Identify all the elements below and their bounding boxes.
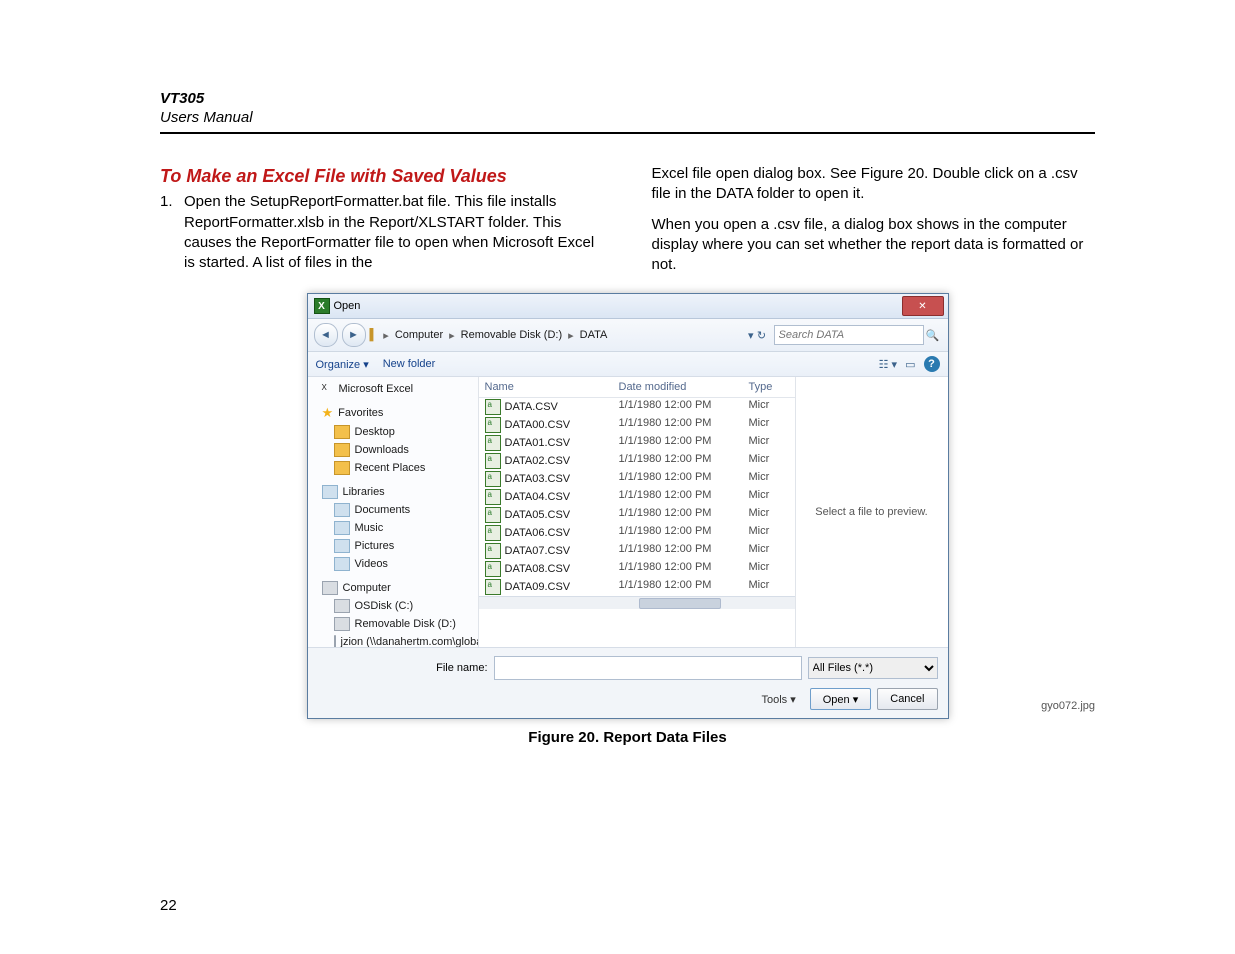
filename-label: File name: bbox=[318, 662, 488, 674]
image-code: gyo072.jpg bbox=[1041, 700, 1095, 712]
nav-documents[interactable]: Documents bbox=[355, 504, 411, 516]
horizontal-scrollbar[interactable] bbox=[479, 596, 795, 609]
csv-icon bbox=[485, 507, 501, 523]
file-row[interactable]: DATA03.CSV1/1/1980 12:00 PMMicr bbox=[479, 470, 795, 488]
nav-music[interactable]: Music bbox=[355, 522, 384, 534]
col-date[interactable]: Date modified bbox=[619, 381, 749, 393]
doc-manual: Users Manual bbox=[160, 109, 1095, 126]
organize-button[interactable]: Organize ▾ bbox=[316, 358, 369, 371]
help-icon[interactable]: ? bbox=[924, 356, 940, 372]
computer-icon bbox=[322, 581, 338, 595]
drive-icon bbox=[334, 617, 350, 631]
header-rule bbox=[160, 132, 1095, 134]
right-p2: When you open a .csv file, a dialog box … bbox=[652, 215, 1096, 276]
nav-desktop[interactable]: Desktop bbox=[355, 426, 395, 438]
crumb-1[interactable]: Removable Disk (D:) bbox=[461, 329, 562, 341]
folder-icon bbox=[334, 461, 350, 475]
crumb-0[interactable]: Computer bbox=[395, 329, 443, 341]
file-row[interactable]: DATA06.CSV1/1/1980 12:00 PMMicr bbox=[479, 524, 795, 542]
nav-jzion[interactable]: jzion (\\danahertm.com\global\names bbox=[341, 636, 479, 647]
folder-icon bbox=[334, 539, 350, 553]
forward-button[interactable]: ► bbox=[342, 323, 366, 347]
filename-input[interactable] bbox=[494, 656, 802, 680]
close-icon[interactable]: ✕ bbox=[902, 296, 944, 316]
nav-removable[interactable]: Removable Disk (D:) bbox=[355, 618, 456, 630]
refresh-icon[interactable]: ↻ bbox=[754, 329, 770, 342]
folder-icon bbox=[334, 425, 350, 439]
excel-icon: X bbox=[322, 383, 334, 395]
preview-pane: Select a file to preview. bbox=[795, 377, 948, 647]
file-row[interactable]: DATA04.CSV1/1/1980 12:00 PMMicr bbox=[479, 488, 795, 506]
nav-libraries[interactable]: Libraries bbox=[343, 486, 385, 498]
new-folder-button[interactable]: New folder bbox=[383, 358, 436, 370]
file-row[interactable]: DATA05.CSV1/1/1980 12:00 PMMicr bbox=[479, 506, 795, 524]
open-button[interactable]: Open ▾ bbox=[810, 688, 872, 710]
csv-icon bbox=[485, 525, 501, 541]
crumb-2[interactable]: DATA bbox=[580, 329, 608, 341]
tools-button[interactable]: Tools ▾ bbox=[761, 693, 795, 706]
csv-icon bbox=[485, 435, 501, 451]
network-drive-icon bbox=[334, 635, 336, 647]
dialog-titlebar[interactable]: X Open ✕ bbox=[308, 294, 948, 319]
folder-icon bbox=[334, 557, 350, 571]
nav-pane[interactable]: X Microsoft Excel ★ Favorites Desktop Down… bbox=[308, 377, 479, 647]
libraries-icon bbox=[322, 485, 338, 499]
nav-osdisk[interactable]: OSDisk (C:) bbox=[355, 600, 414, 612]
csv-icon bbox=[485, 453, 501, 469]
folder-icon bbox=[334, 443, 350, 457]
folder-icon bbox=[334, 503, 350, 517]
star-icon: ★ bbox=[322, 405, 334, 421]
file-row[interactable]: DATA08.CSV1/1/1980 12:00 PMMicr bbox=[479, 560, 795, 578]
csv-icon bbox=[485, 471, 501, 487]
folder-icon bbox=[334, 521, 350, 535]
csv-icon bbox=[485, 543, 501, 559]
open-dialog: X Open ✕ ◄ ► ▌ ▸ Computer ▸ Removable Di… bbox=[307, 293, 949, 719]
nav-favorites[interactable]: Favorites bbox=[338, 407, 383, 419]
drive-icon bbox=[334, 599, 350, 613]
filetype-select[interactable]: All Files (*.*) bbox=[808, 657, 938, 679]
file-row[interactable]: DATA.CSV1/1/1980 12:00 PMMicr bbox=[479, 398, 795, 416]
cancel-button[interactable]: Cancel bbox=[877, 688, 937, 710]
csv-icon bbox=[485, 561, 501, 577]
excel-icon: X bbox=[314, 298, 330, 314]
nav-recent[interactable]: Recent Places bbox=[355, 462, 426, 474]
page-number: 22 bbox=[160, 897, 177, 914]
nav-pictures[interactable]: Pictures bbox=[355, 540, 395, 552]
section-title: To Make an Excel File with Saved Values bbox=[160, 164, 604, 188]
csv-icon bbox=[485, 417, 501, 433]
nav-videos[interactable]: Videos bbox=[355, 558, 388, 570]
right-p1: Excel file open dialog box. See Figure 2… bbox=[652, 164, 1096, 205]
doc-product: VT305 bbox=[160, 90, 1095, 107]
nav-excel[interactable]: Microsoft Excel bbox=[339, 383, 414, 395]
file-row[interactable]: DATA07.CSV1/1/1980 12:00 PMMicr bbox=[479, 542, 795, 560]
nav-computer[interactable]: Computer bbox=[343, 582, 391, 594]
file-row[interactable]: DATA01.CSV1/1/1980 12:00 PMMicr bbox=[479, 434, 795, 452]
csv-icon bbox=[485, 579, 501, 595]
figure-caption: Figure 20. Report Data Files bbox=[160, 729, 1095, 746]
file-row[interactable]: DATA09.CSV1/1/1980 12:00 PMMicr bbox=[479, 578, 795, 596]
csv-icon bbox=[485, 489, 501, 505]
search-input[interactable] bbox=[774, 325, 924, 345]
view-button[interactable]: ☷ ▾ bbox=[879, 358, 897, 371]
step-text: Open the SetupReportFormatter.bat file. … bbox=[184, 192, 604, 273]
col-name[interactable]: Name bbox=[485, 381, 619, 393]
csv-icon bbox=[485, 399, 501, 415]
back-button[interactable]: ◄ bbox=[314, 323, 338, 347]
preview-toggle[interactable]: ▭ bbox=[905, 358, 915, 371]
search-icon[interactable]: 🔍 bbox=[924, 329, 942, 342]
dialog-title: Open bbox=[334, 300, 361, 312]
step-number: 1. bbox=[160, 192, 184, 273]
nav-downloads[interactable]: Downloads bbox=[355, 444, 409, 456]
file-row[interactable]: DATA02.CSV1/1/1980 12:00 PMMicr bbox=[479, 452, 795, 470]
file-row[interactable]: DATA00.CSV1/1/1980 12:00 PMMicr bbox=[479, 416, 795, 434]
col-type[interactable]: Type bbox=[749, 381, 789, 393]
